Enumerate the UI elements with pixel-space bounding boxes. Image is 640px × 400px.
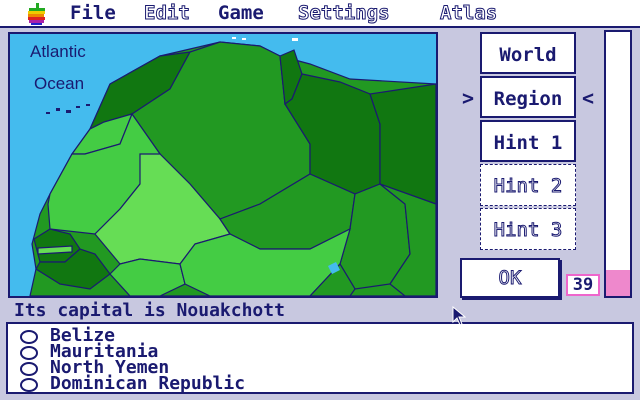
answer-label: Dominican Republic (50, 373, 246, 394)
answer-list: Belize Mauritania North Yemen Dominican Rep… (6, 322, 634, 394)
region-gambia[interactable] (37, 245, 73, 255)
timer-fill (606, 269, 630, 296)
menu-atlas[interactable]: Atlas (439, 1, 497, 25)
world-button[interactable]: World (480, 32, 576, 74)
map-view: Atlantic Ocean (8, 32, 438, 298)
menu-settings[interactable]: Settings (298, 1, 391, 25)
score-counter: 39 (566, 274, 600, 296)
map-label-ocean: Ocean (34, 74, 85, 93)
menu-file[interactable]: File (70, 1, 116, 25)
map-label-atlantic: Atlantic (30, 42, 86, 61)
rainbow-apple-icon[interactable] (26, 3, 48, 25)
canary-islands (46, 104, 90, 114)
radio-button[interactable] (20, 330, 38, 344)
radio-button[interactable] (20, 362, 38, 376)
hint-2-button[interactable]: Hint 2 (480, 164, 576, 206)
hint-1-button[interactable]: Hint 1 (480, 120, 576, 162)
selection-arrow-right: < (582, 86, 595, 110)
menu-edit[interactable]: Edit (144, 1, 191, 25)
menu-bar: File Edit Game Settings Atlas (0, 0, 640, 28)
radio-button[interactable] (20, 346, 38, 360)
question-prompt: Its capital is Nouakchott (14, 300, 285, 321)
timer-bar (604, 30, 632, 298)
region-button[interactable]: Region (480, 76, 576, 118)
mediterranean-islands (232, 37, 298, 41)
radio-button[interactable] (20, 378, 38, 392)
hint-3-button[interactable]: Hint 3 (480, 208, 576, 250)
menu-game[interactable]: Game (218, 1, 264, 25)
selection-arrow-left: > (462, 86, 475, 110)
mouse-pointer-icon (452, 306, 466, 326)
ok-button[interactable]: OK (460, 258, 560, 298)
